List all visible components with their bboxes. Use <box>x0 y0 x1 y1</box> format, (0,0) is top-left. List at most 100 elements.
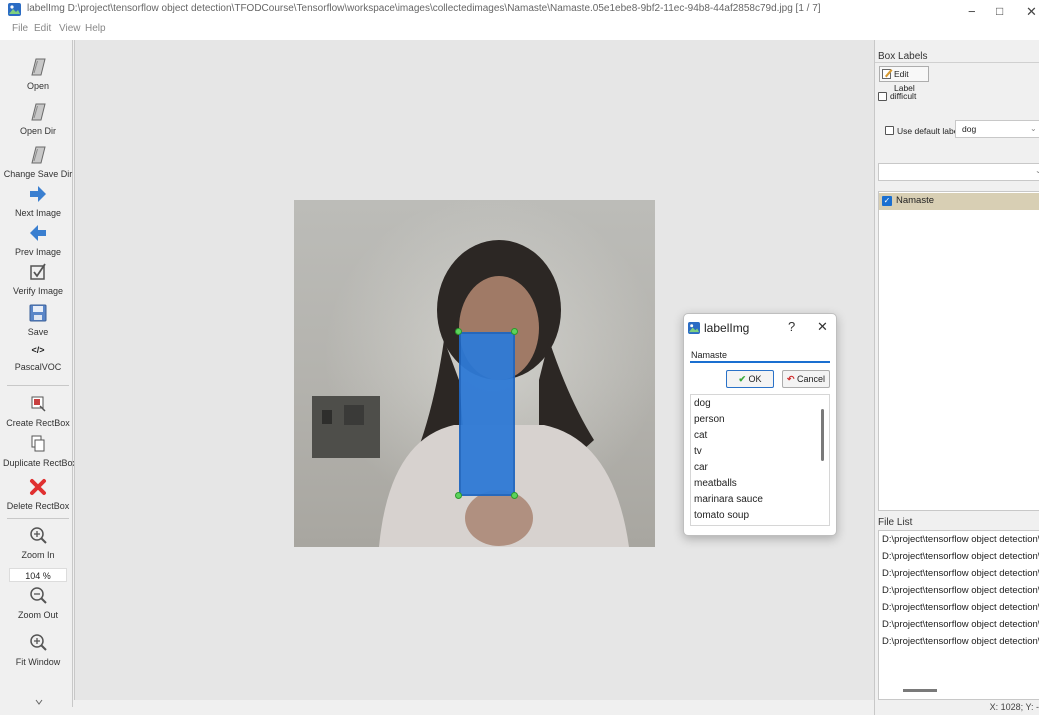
bbox-handle-top-right[interactable] <box>511 328 518 335</box>
create-box-icon <box>31 396 46 412</box>
default-label-value: dog <box>962 124 977 134</box>
dialog-title: labelImg <box>704 321 750 335</box>
close-window-button[interactable]: ✕ <box>1026 4 1037 20</box>
list-item[interactable]: dog <box>694 398 711 409</box>
save-button[interactable]: Save <box>3 302 73 337</box>
difficult-checkbox[interactable] <box>878 92 887 101</box>
delete-rectbox-button[interactable]: Delete RectBox <box>3 476 73 511</box>
left-toolbar: Open Open Dir Change Save Dir Next Image… <box>3 40 78 707</box>
zoom-value-spinbox[interactable]: 104 % <box>9 568 67 582</box>
list-item[interactable]: D:\project\tensorflow object detection\T… <box>882 534 1039 545</box>
cancel-label: Cancel <box>797 374 826 384</box>
bbox-handle-top-left[interactable] <box>455 328 462 335</box>
dialog-help-button[interactable]: ? <box>788 319 795 334</box>
list-item[interactable]: ✓ Namaste <box>879 193 1039 210</box>
code-icon: </> <box>31 345 45 355</box>
chevron-down-icon[interactable] <box>35 698 43 706</box>
open-dir-label: Open Dir <box>19 126 56 136</box>
floppy-disk-icon <box>29 304 47 322</box>
check-icon: ✔ <box>738 374 746 384</box>
duplicate-rectbox-label: Duplicate RectBox <box>3 458 78 468</box>
chevron-down-icon: ⌄ <box>1035 166 1039 175</box>
menu-view[interactable]: View <box>59 23 81 34</box>
change-save-dir-button[interactable]: Change Save Dir <box>3 144 73 179</box>
bbox-handle-bottom-right[interactable] <box>511 492 518 499</box>
ok-label: OK <box>748 374 762 384</box>
menu-bar: File Edit View Help <box>0 20 1039 40</box>
open-button[interactable]: Open <box>3 56 73 91</box>
list-scrollbar[interactable] <box>821 409 824 461</box>
list-item[interactable]: car <box>694 462 708 473</box>
open-label: Open <box>26 81 50 91</box>
delete-x-icon <box>30 479 46 495</box>
list-item[interactable]: D:\project\tensorflow object detection\T… <box>882 636 1039 647</box>
menu-edit[interactable]: Edit <box>34 23 51 34</box>
maximize-button[interactable]: □ <box>996 4 1003 18</box>
minimize-button[interactable]: − <box>968 4 976 19</box>
folder-open-icon <box>31 146 46 164</box>
open-dir-button[interactable]: Open Dir <box>3 101 73 136</box>
fit-window-label: Fit Window <box>15 657 61 667</box>
save-label: Save <box>27 327 49 337</box>
use-default-label-text: Use default label <box>897 126 961 136</box>
use-default-label-checkbox[interactable] <box>885 126 894 135</box>
list-item[interactable]: meatballs <box>694 478 737 489</box>
cancel-button[interactable]: ↶ Cancel <box>782 370 830 388</box>
fit-window-button[interactable]: Fit Window <box>3 632 73 667</box>
file-list-title: File List <box>878 517 913 528</box>
bbox-handle-bottom-left[interactable] <box>455 492 462 499</box>
copy-icon <box>31 435 45 452</box>
zoom-out-button[interactable]: Zoom Out <box>3 585 73 620</box>
list-item[interactable]: tomato soup <box>694 510 749 521</box>
list-item[interactable]: D:\project\tensorflow object detection\T… <box>882 568 1039 579</box>
menu-help[interactable]: Help <box>85 23 106 34</box>
ok-button[interactable]: ✔ OK <box>726 370 774 388</box>
edit-label-button[interactable]: Edit Label <box>879 66 929 93</box>
toolbar-divider <box>7 518 69 519</box>
format-toggle-button[interactable]: </> PascalVOC <box>3 345 73 372</box>
horizontal-scrollbar[interactable] <box>903 689 937 692</box>
zoom-out-label: Zoom Out <box>17 610 58 620</box>
zoom-in-label: Zoom In <box>21 550 55 560</box>
list-item[interactable]: tv <box>694 446 702 457</box>
label-visible-checkbox[interactable]: ✓ <box>882 196 892 206</box>
title-bar: labelImg D:\project\tensorflow object de… <box>0 0 1039 20</box>
create-rectbox-button[interactable]: Create RectBox <box>3 393 73 428</box>
format-label: PascalVOC <box>14 362 62 372</box>
default-label-select[interactable]: dog ⌄ <box>955 120 1039 138</box>
list-item[interactable]: D:\project\tensorflow object detection\T… <box>882 602 1039 613</box>
folder-open-icon <box>31 58 46 76</box>
dialog-close-button[interactable]: ✕ <box>817 319 828 335</box>
list-item[interactable]: D:\project\tensorflow object detection\T… <box>882 551 1039 562</box>
arrow-left-icon <box>30 225 46 241</box>
list-item[interactable]: D:\project\tensorflow object detection\T… <box>882 585 1039 596</box>
label-item-text: Namaste <box>896 195 935 206</box>
prev-image-button[interactable]: Prev Image <box>3 222 73 257</box>
zoom-in-button[interactable]: Zoom In <box>3 525 73 560</box>
edit-label-text: Edit Label <box>894 69 915 93</box>
label-history-list[interactable]: dog person cat tv car meatballs marinara… <box>690 394 830 526</box>
duplicate-rectbox-button[interactable]: Duplicate RectBox <box>3 433 78 468</box>
menu-file[interactable]: File <box>12 23 28 34</box>
change-save-dir-label: Change Save Dir <box>3 169 73 179</box>
box-label-list[interactable]: ✓ Namaste <box>878 191 1039 511</box>
panel-divider <box>875 62 1039 63</box>
list-item[interactable]: cat <box>694 430 707 441</box>
label-filter-combo[interactable]: ⌄ <box>878 163 1039 181</box>
file-list[interactable]: D:\project\tensorflow object detection\T… <box>878 530 1039 700</box>
toolbar-divider <box>7 385 69 386</box>
list-item[interactable]: marinara sauce <box>694 494 763 505</box>
fit-window-icon <box>30 634 47 651</box>
verify-image-button[interactable]: Verify Image <box>3 261 73 296</box>
checkbox-check-icon <box>30 263 46 280</box>
list-item[interactable]: person <box>694 414 725 425</box>
label-name-input[interactable] <box>690 348 830 363</box>
folder-open-icon <box>31 103 46 121</box>
delete-rectbox-label: Delete RectBox <box>6 501 70 511</box>
status-bar: X: 1028; Y: - <box>874 700 1039 715</box>
list-item[interactable]: D:\project\tensorflow object detection\T… <box>882 619 1039 630</box>
next-image-button[interactable]: Next Image <box>3 183 73 218</box>
bounding-box-namaste[interactable] <box>459 332 515 496</box>
prev-image-label: Prev Image <box>14 247 62 257</box>
zoom-in-icon <box>30 527 47 544</box>
